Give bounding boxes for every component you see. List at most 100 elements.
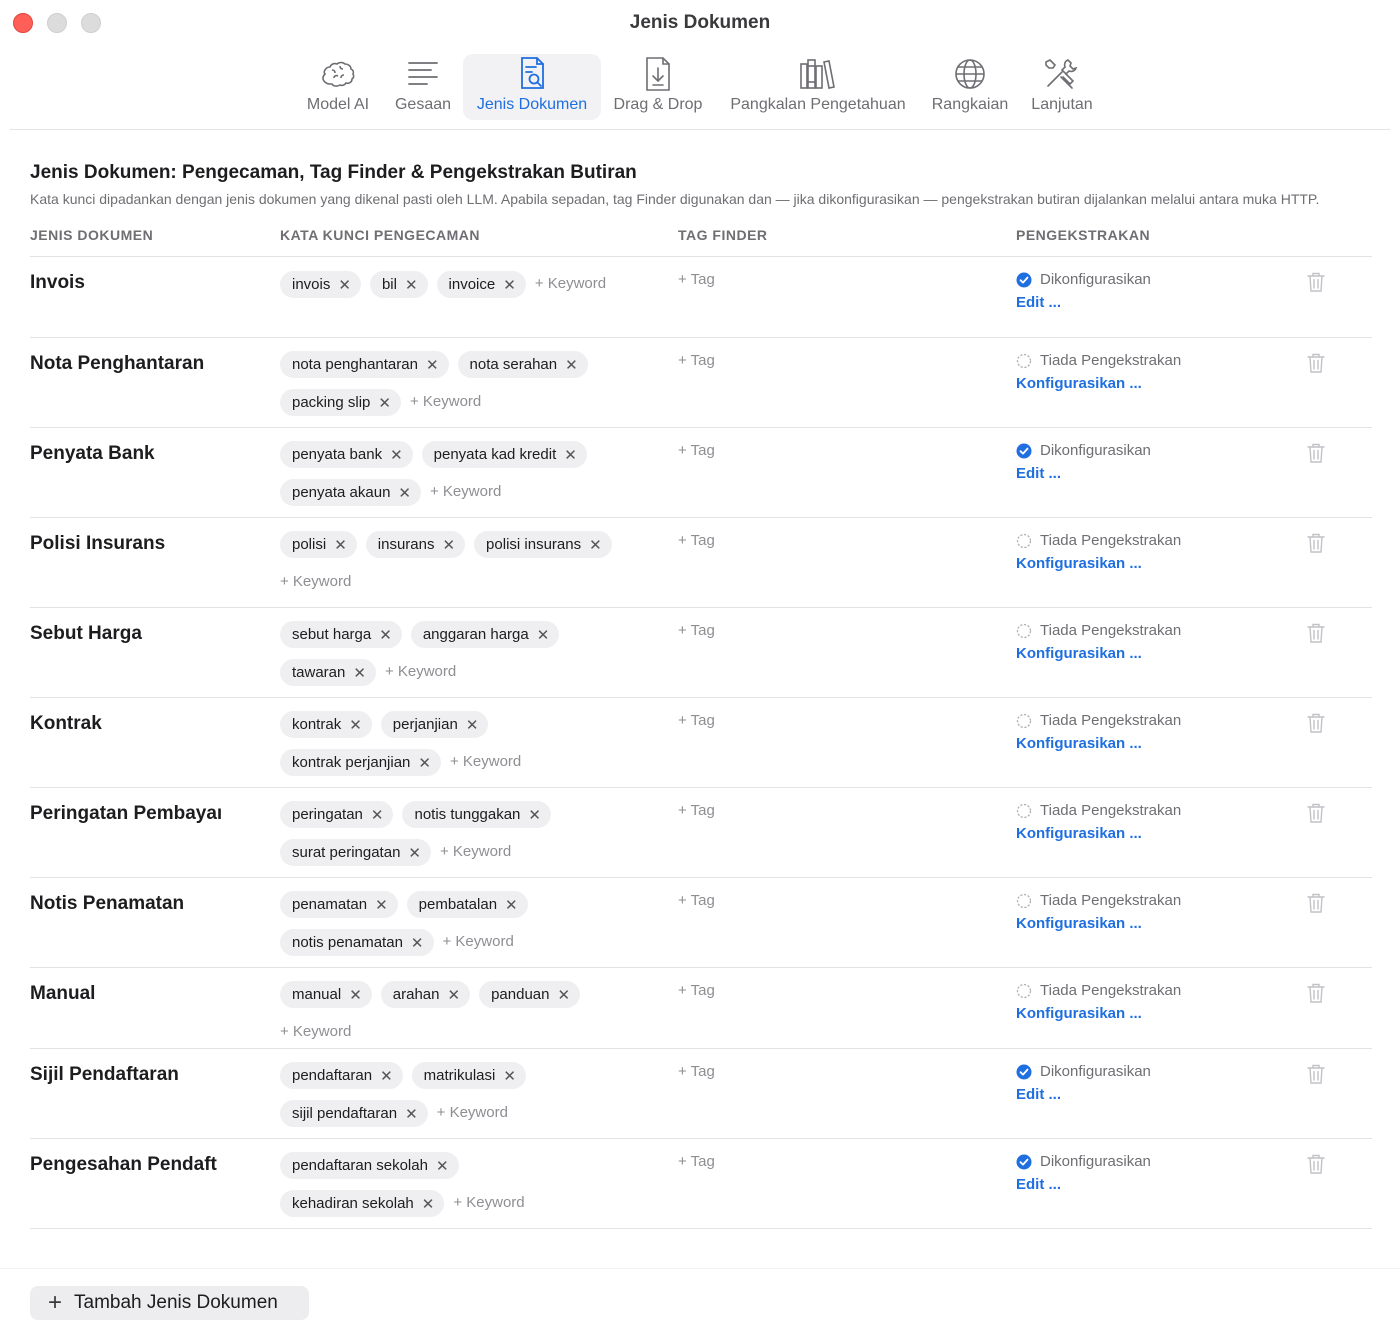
- edit-extraction-link[interactable]: Edit ...: [1016, 1176, 1151, 1193]
- add-keyword-button[interactable]: + Keyword: [437, 1099, 508, 1126]
- remove-keyword-icon[interactable]: ✕: [349, 986, 362, 1004]
- add-tag-button[interactable]: + Tag: [678, 1063, 715, 1080]
- keyword-chip: nota serahan ✕: [457, 351, 588, 378]
- remove-keyword-icon[interactable]: ✕: [405, 276, 418, 294]
- add-tag-button[interactable]: + Tag: [678, 802, 715, 819]
- remove-keyword-icon[interactable]: ✕: [379, 626, 392, 644]
- trash-icon[interactable]: [1306, 1063, 1326, 1085]
- tab-jenis-dokumen[interactable]: Jenis Dokumen: [463, 54, 601, 120]
- configure-extraction-link[interactable]: Konfigurasikan ...: [1016, 735, 1181, 752]
- remove-keyword-icon[interactable]: ✕: [505, 896, 518, 914]
- remove-keyword-icon[interactable]: ✕: [528, 806, 541, 824]
- add-tag-button[interactable]: + Tag: [678, 622, 715, 639]
- tab-pangkalan-pengetahuan[interactable]: Pangkalan Pengetahuan: [722, 54, 914, 120]
- remove-keyword-icon[interactable]: ✕: [564, 446, 577, 464]
- extraction-status: Tiada Pengekstrakan: [1016, 712, 1181, 729]
- add-tag-button[interactable]: + Tag: [678, 271, 715, 288]
- remove-keyword-icon[interactable]: ✕: [411, 934, 424, 952]
- remove-keyword-icon[interactable]: ✕: [398, 484, 411, 502]
- remove-keyword-icon[interactable]: ✕: [448, 986, 461, 1004]
- tab-gesaan[interactable]: Gesaan: [390, 54, 456, 120]
- add-keyword-button[interactable]: + Keyword: [535, 270, 606, 297]
- configure-extraction-link[interactable]: Konfigurasikan ...: [1016, 645, 1181, 662]
- configure-extraction-link[interactable]: Konfigurasikan ...: [1016, 375, 1181, 392]
- checkmark-circle-icon: [1016, 1064, 1032, 1079]
- remove-keyword-icon[interactable]: ✕: [375, 896, 388, 914]
- remove-keyword-icon[interactable]: ✕: [426, 356, 439, 374]
- add-tag-button[interactable]: + Tag: [678, 352, 715, 369]
- remove-keyword-icon[interactable]: ✕: [408, 844, 421, 862]
- add-tag-button[interactable]: + Tag: [678, 442, 715, 459]
- keyword-text: peringatan: [292, 806, 363, 823]
- add-tag-button[interactable]: + Tag: [678, 892, 715, 909]
- remove-keyword-icon[interactable]: ✕: [442, 536, 455, 554]
- keyword-text: penamatan: [292, 896, 368, 913]
- edit-extraction-link[interactable]: Edit ...: [1016, 294, 1151, 311]
- trash-icon[interactable]: [1306, 352, 1326, 374]
- remove-keyword-icon[interactable]: ✕: [557, 986, 570, 1004]
- add-keyword-button[interactable]: + Keyword: [440, 838, 511, 865]
- column-header-tags: TAG FINDER: [678, 227, 768, 243]
- remove-keyword-icon[interactable]: ✕: [537, 626, 550, 644]
- remove-keyword-icon[interactable]: ✕: [371, 806, 384, 824]
- trash-icon[interactable]: [1306, 892, 1326, 914]
- add-document-type-button[interactable]: + Tambah Jenis Dokumen: [30, 1286, 309, 1320]
- add-tag-button[interactable]: + Tag: [678, 982, 715, 999]
- remove-keyword-icon[interactable]: ✕: [353, 664, 366, 682]
- configure-extraction-link[interactable]: Konfigurasikan ...: [1016, 825, 1181, 842]
- tab-model-ai[interactable]: Model AI: [300, 54, 376, 120]
- tab-label: Jenis Dokumen: [476, 96, 588, 113]
- add-tag-button[interactable]: + Tag: [678, 712, 715, 729]
- trash-icon[interactable]: [1306, 622, 1326, 644]
- remove-keyword-icon[interactable]: ✕: [503, 276, 516, 294]
- add-keyword-button[interactable]: + Keyword: [410, 388, 481, 415]
- add-tag-button[interactable]: + Tag: [678, 532, 715, 549]
- extraction-status: Tiada Pengekstrakan: [1016, 892, 1181, 909]
- trash-icon[interactable]: [1306, 712, 1326, 734]
- add-keyword-button[interactable]: + Keyword: [280, 568, 351, 595]
- remove-keyword-icon[interactable]: ✕: [338, 276, 351, 294]
- trash-icon[interactable]: [1306, 1153, 1326, 1175]
- trash-icon[interactable]: [1306, 982, 1326, 1004]
- configure-extraction-link[interactable]: Konfigurasikan ...: [1016, 555, 1181, 572]
- remove-keyword-icon[interactable]: ✕: [418, 754, 431, 772]
- remove-keyword-icon[interactable]: ✕: [378, 394, 391, 412]
- add-keyword-button[interactable]: + Keyword: [430, 478, 501, 505]
- tab-rangkaian[interactable]: Rangkaian: [926, 54, 1014, 120]
- extraction-status: Tiada Pengekstrakan: [1016, 352, 1181, 369]
- tab-label: Lanjutan: [1031, 96, 1093, 113]
- keyword-text: pendaftaran: [292, 1067, 373, 1084]
- remove-keyword-icon[interactable]: ✕: [466, 716, 479, 734]
- remove-keyword-icon[interactable]: ✕: [405, 1105, 418, 1123]
- add-keyword-button[interactable]: + Keyword: [280, 1018, 351, 1045]
- remove-keyword-icon[interactable]: ✕: [380, 1067, 393, 1085]
- tab-lanjutan[interactable]: Lanjutan: [1026, 54, 1098, 120]
- remove-keyword-icon[interactable]: ✕: [589, 536, 602, 554]
- trash-icon[interactable]: [1306, 532, 1326, 554]
- add-keyword-button[interactable]: + Keyword: [453, 1189, 524, 1216]
- dashed-circle-icon: [1016, 623, 1032, 638]
- trash-icon[interactable]: [1306, 442, 1326, 464]
- remove-keyword-icon[interactable]: ✕: [334, 536, 347, 554]
- add-keyword-button[interactable]: + Keyword: [385, 658, 456, 685]
- remove-keyword-icon[interactable]: ✕: [349, 716, 362, 734]
- remove-keyword-icon[interactable]: ✕: [436, 1157, 449, 1175]
- edit-extraction-link[interactable]: Edit ...: [1016, 1086, 1151, 1103]
- footer-divider: [0, 1268, 1400, 1269]
- add-keyword-button[interactable]: + Keyword: [443, 928, 514, 955]
- add-tag-button[interactable]: + Tag: [678, 1153, 715, 1170]
- remove-keyword-icon[interactable]: ✕: [390, 446, 403, 464]
- remove-keyword-icon[interactable]: ✕: [565, 356, 578, 374]
- add-keyword-button[interactable]: + Keyword: [450, 748, 521, 775]
- table-row: Peringatan Pembayaı peringatan ✕ notis tung…: [30, 788, 1372, 878]
- trash-icon[interactable]: [1306, 802, 1326, 824]
- globe-icon: [955, 59, 985, 89]
- trash-icon[interactable]: [1306, 271, 1326, 293]
- remove-keyword-icon[interactable]: ✕: [503, 1067, 516, 1085]
- remove-keyword-icon[interactable]: ✕: [422, 1195, 435, 1213]
- configure-extraction-link[interactable]: Konfigurasikan ...: [1016, 1005, 1181, 1022]
- configure-extraction-link[interactable]: Konfigurasikan ...: [1016, 915, 1181, 932]
- document-search-icon: [521, 57, 544, 89]
- tab-drag-drop[interactable]: Drag & Drop: [608, 54, 708, 120]
- edit-extraction-link[interactable]: Edit ...: [1016, 465, 1151, 482]
